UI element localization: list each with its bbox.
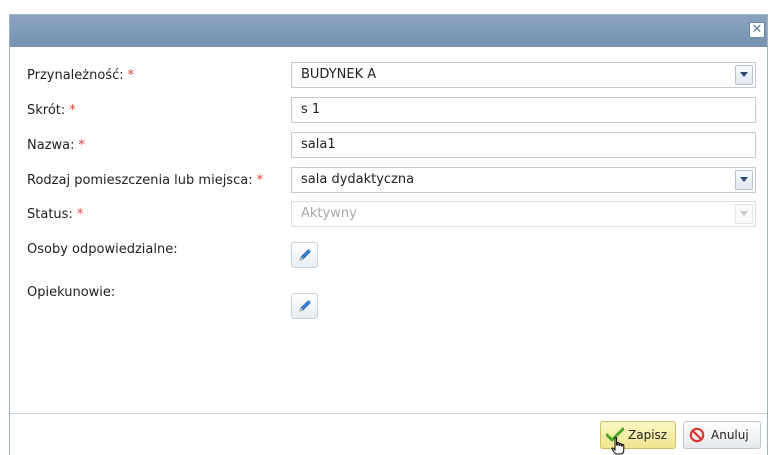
required-marker: *	[127, 68, 135, 83]
rodzaj-label: Rodzaj pomieszczenia lub miejsca: *	[27, 173, 264, 188]
form-row-przynaleznosc: Przynależność: * BUDYNEK A	[10, 62, 767, 90]
opiekunowie-edit-button[interactable]	[291, 293, 318, 319]
prohibited-icon	[689, 427, 705, 443]
save-button[interactable]: Zapisz	[600, 421, 676, 449]
required-marker: *	[78, 138, 86, 153]
form-row-nazwa: Nazwa: * sala1	[10, 132, 767, 160]
form-row-status: Status: * Aktywny	[10, 201, 767, 229]
pencil-icon	[299, 249, 311, 261]
close-icon[interactable]: ✕	[749, 22, 765, 38]
przynaleznosc-select[interactable]: BUDYNEK A	[291, 62, 756, 88]
form-row-rodzaj: Rodzaj pomieszczenia lub miejsca: * sala …	[10, 167, 767, 195]
form-row-skrot: Skrót: * s 1	[10, 97, 767, 125]
status-label: Status: *	[27, 207, 84, 222]
rodzaj-value: sala dydaktyczna	[301, 172, 415, 187]
przynaleznosc-value: BUDYNEK A	[301, 67, 377, 82]
status-select: Aktywny	[291, 201, 756, 227]
przynaleznosc-label: Przynależność: *	[27, 68, 135, 83]
rodzaj-select[interactable]: sala dydaktyczna	[291, 167, 756, 193]
osoby-label: Osoby odpowiedzialne:	[27, 242, 178, 257]
chevron-down-icon[interactable]	[735, 170, 753, 190]
nazwa-label: Nazwa: *	[27, 138, 85, 153]
chevron-down-icon	[735, 204, 753, 224]
save-label: Zapisz	[628, 428, 668, 442]
osoby-edit-button[interactable]	[291, 242, 318, 268]
nazwa-input[interactable]: sala1	[291, 132, 756, 158]
pencil-icon	[299, 300, 311, 312]
opiekunowie-label: Opiekunowie:	[27, 285, 116, 300]
cancel-button[interactable]: Anuluj	[683, 421, 761, 449]
form-row-opiekunowie: Opiekunowie:	[10, 281, 767, 319]
required-marker: *	[76, 207, 84, 222]
skrot-label: Skrót: *	[27, 103, 76, 118]
chevron-down-icon[interactable]	[735, 65, 753, 85]
checkmark-icon	[606, 427, 624, 442]
room-dialog: ✕ Przynależność: * BUDYNEK A Skrót: * s 1 …	[9, 14, 768, 455]
status-value: Aktywny	[301, 206, 357, 221]
dialog-footer: Zapisz Anuluj	[10, 413, 767, 455]
form-row-osoby: Osoby odpowiedzialne:	[10, 238, 767, 268]
dialog-titlebar: ✕	[10, 15, 767, 47]
cancel-label: Anuluj	[711, 428, 749, 442]
skrot-input[interactable]: s 1	[291, 97, 756, 123]
required-marker: *	[69, 103, 76, 118]
required-marker: *	[256, 173, 264, 188]
